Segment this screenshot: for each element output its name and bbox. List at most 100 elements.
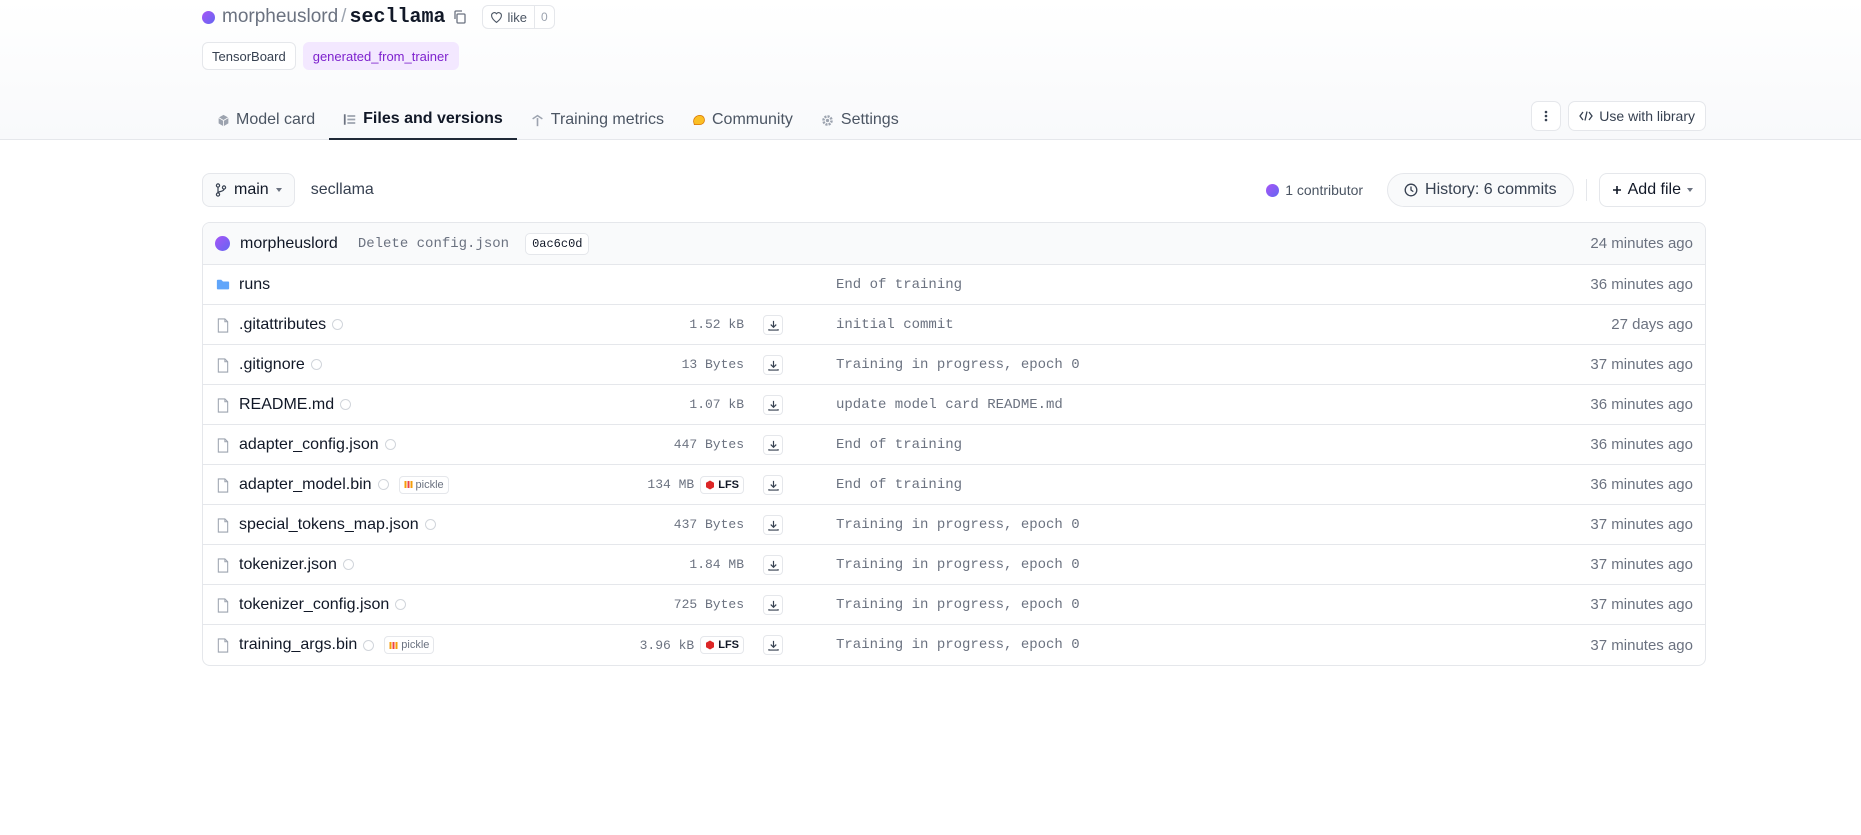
branch-selector[interactable]: main xyxy=(202,173,295,207)
file-commit-message[interactable]: End of training xyxy=(836,437,962,453)
folder-icon xyxy=(216,278,230,293)
file-row[interactable]: README.md 1.07 kB update model card README… xyxy=(203,385,1705,425)
file-row[interactable]: adapter_config.json 447 Bytes End of train… xyxy=(203,425,1705,465)
file-row[interactable]: .gitignore 13 Bytes Training in progress, … xyxy=(203,345,1705,385)
tab-files-and-versions[interactable]: Files and versions xyxy=(329,100,517,140)
download-button[interactable] xyxy=(763,555,783,575)
files-icon xyxy=(343,112,357,126)
file-name-link[interactable]: special_tokens_map.json xyxy=(239,516,419,534)
download-button[interactable] xyxy=(763,515,783,535)
pickle-label: pickle xyxy=(415,478,444,491)
file-name-link[interactable]: .gitignore xyxy=(239,356,305,374)
download-button[interactable] xyxy=(763,635,783,655)
file-name-link[interactable]: training_args.bin xyxy=(239,636,357,654)
file-row[interactable]: tokenizer.json 1.84 MB Training in progres… xyxy=(203,545,1705,585)
download-icon xyxy=(767,600,779,611)
use-with-library-button[interactable]: Use with library xyxy=(1568,101,1706,131)
pickle-badge[interactable]: pickle xyxy=(398,475,449,494)
file-row[interactable]: tokenizer_config.json 725 Bytes Training i… xyxy=(203,585,1705,625)
security-check-icon[interactable] xyxy=(340,399,352,410)
file-row[interactable]: runs End of training 36 minutes ago xyxy=(203,265,1705,305)
pickle-badge[interactable]: pickle xyxy=(384,636,435,654)
security-check-icon[interactable] xyxy=(332,319,344,330)
branch-name: main xyxy=(234,181,269,198)
security-check-icon[interactable] xyxy=(377,479,389,490)
file-size-cell: 437 Bytes xyxy=(674,517,744,532)
file-name-link[interactable]: .gitattributes xyxy=(239,316,326,334)
download-button[interactable] xyxy=(763,395,783,415)
file-name-link[interactable]: runs xyxy=(239,276,270,294)
commit-author-avatar[interactable] xyxy=(215,236,230,251)
tab-settings[interactable]: Settings xyxy=(807,100,913,140)
commit-message[interactable]: Delete config.json xyxy=(358,236,509,252)
like-count[interactable]: 0 xyxy=(533,6,554,28)
file-commit-message[interactable]: update model card README.md xyxy=(836,397,1063,413)
file-name-link[interactable]: tokenizer_config.json xyxy=(239,596,389,614)
pickle-label: pickle xyxy=(401,639,430,651)
file-name-cell: adapter_model.bin pickle xyxy=(239,475,449,494)
download-icon xyxy=(767,640,779,651)
repo-owner-link[interactable]: morpheuslord xyxy=(222,6,338,28)
metrics-icon xyxy=(531,113,545,127)
download-button[interactable] xyxy=(763,595,783,615)
file-icon xyxy=(216,318,230,333)
file-commit-message[interactable]: Training in progress, epoch 0 xyxy=(836,517,1080,533)
file-size: 1.52 kB xyxy=(689,317,744,332)
download-button[interactable] xyxy=(763,315,783,335)
download-icon xyxy=(767,360,779,371)
chevron-down-icon xyxy=(275,188,282,192)
lfs-badge[interactable]: LFS xyxy=(700,475,744,494)
download-button[interactable] xyxy=(763,355,783,375)
download-button[interactable] xyxy=(763,475,783,495)
tag-generated-from-trainer[interactable]: generated_from_trainer xyxy=(302,42,459,70)
add-file-button[interactable]: Add file xyxy=(1598,173,1706,207)
file-commit-message[interactable]: End of training xyxy=(836,477,962,493)
clock-icon xyxy=(1404,183,1418,197)
file-row[interactable]: adapter_model.bin pickle 134 MB LFS End of t… xyxy=(203,465,1705,505)
owner-avatar[interactable] xyxy=(202,10,215,24)
file-commit-message[interactable]: End of training xyxy=(836,277,962,293)
file-icon xyxy=(216,638,230,653)
download-icon xyxy=(767,320,779,331)
security-check-icon[interactable] xyxy=(363,639,375,651)
commit-author[interactable]: morpheuslord xyxy=(240,235,338,253)
download-button[interactable] xyxy=(763,435,783,455)
tab-model-card[interactable]: Model card xyxy=(202,100,329,140)
repo-name-link[interactable]: secllama xyxy=(349,6,445,29)
file-name-link[interactable]: tokenizer.json xyxy=(239,556,337,574)
lfs-badge[interactable]: LFS xyxy=(700,636,744,654)
security-check-icon[interactable] xyxy=(342,559,354,570)
contributor-avatar xyxy=(1266,183,1280,197)
contributors-link[interactable]: 1 contributor xyxy=(1266,182,1363,198)
file-commit-message[interactable]: Training in progress, epoch 0 xyxy=(836,637,1080,653)
code-icon xyxy=(1579,111,1594,121)
security-check-icon[interactable] xyxy=(384,439,396,450)
security-check-icon[interactable] xyxy=(424,519,436,530)
tab-label: Files and versions xyxy=(363,110,503,127)
file-name-link[interactable]: adapter_config.json xyxy=(239,436,379,454)
file-name-link[interactable]: README.md xyxy=(239,396,334,414)
file-row[interactable]: special_tokens_map.json 437 Bytes Training… xyxy=(203,505,1705,545)
file-name-cell: adapter_config.json xyxy=(239,436,396,454)
file-commit-message[interactable]: Training in progress, epoch 0 xyxy=(836,557,1080,573)
history-button[interactable]: History: 6 commits xyxy=(1387,173,1574,207)
security-check-icon[interactable] xyxy=(310,359,322,370)
file-commit-message[interactable]: initial commit xyxy=(836,317,954,333)
security-check-icon[interactable] xyxy=(395,599,407,610)
copy-icon[interactable] xyxy=(452,9,468,25)
download-icon xyxy=(767,440,779,451)
file-name-link[interactable]: adapter_model.bin xyxy=(239,476,372,494)
file-commit-message[interactable]: Training in progress, epoch 0 xyxy=(836,357,1080,373)
tab-training-metrics[interactable]: Training metrics xyxy=(517,100,678,140)
like-button[interactable]: like 0 xyxy=(482,5,555,29)
current-path[interactable]: secllama xyxy=(311,181,374,199)
file-commit-message[interactable]: Training in progress, epoch 0 xyxy=(836,597,1080,613)
file-row[interactable]: .gitattributes 1.52 kB initial commit 27 da… xyxy=(203,305,1705,345)
tag-tensorboard[interactable]: TensorBoard xyxy=(202,42,296,70)
tab-community[interactable]: Community xyxy=(678,100,807,140)
commit-hash[interactable]: 0ac6c0d xyxy=(525,232,590,255)
file-commit-time: 36 minutes ago xyxy=(1590,276,1693,293)
more-options-button[interactable] xyxy=(1531,101,1562,131)
file-row[interactable]: training_args.bin pickle 3.96 kB LFS Trainin… xyxy=(203,625,1705,665)
pickle-icon xyxy=(404,480,413,489)
